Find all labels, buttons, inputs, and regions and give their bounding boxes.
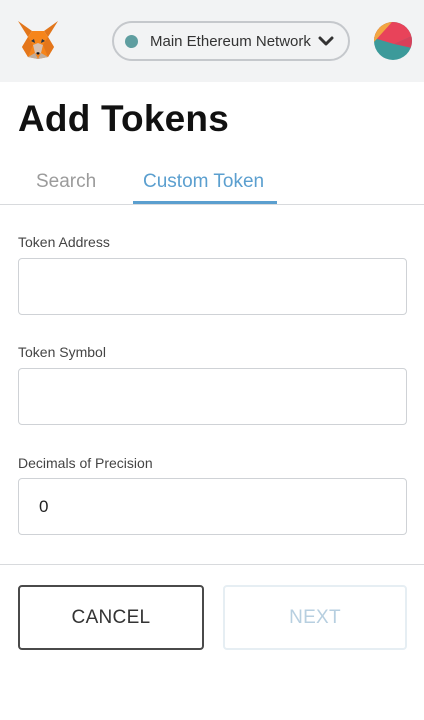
tab-search[interactable]: Search xyxy=(36,171,96,193)
tab-custom-token[interactable]: Custom Token xyxy=(143,171,264,193)
decimals-label: Decimals of Precision xyxy=(18,455,153,471)
next-button[interactable]: NEXT xyxy=(223,585,407,650)
decimals-input[interactable] xyxy=(18,478,407,535)
network-selector[interactable]: Main Ethereum Network xyxy=(112,21,350,61)
chevron-down-icon xyxy=(318,36,334,46)
active-tab-indicator xyxy=(133,201,277,204)
token-symbol-label: Token Symbol xyxy=(18,344,106,360)
cancel-button[interactable]: CANCEL xyxy=(18,585,204,650)
network-label: Main Ethereum Network xyxy=(150,32,311,50)
token-address-input[interactable] xyxy=(18,258,407,315)
token-address-label: Token Address xyxy=(18,234,110,250)
metamask-fox-icon xyxy=(18,21,58,59)
app-header: Main Ethereum Network xyxy=(0,0,424,82)
network-status-dot xyxy=(125,34,138,48)
page-title: Add Tokens xyxy=(18,98,229,139)
token-symbol-input[interactable] xyxy=(18,368,407,425)
identicon-icon xyxy=(374,22,412,60)
account-identicon[interactable] xyxy=(374,22,412,60)
token-tabs: Search Custom Token xyxy=(0,158,424,205)
footer-divider xyxy=(0,564,424,565)
